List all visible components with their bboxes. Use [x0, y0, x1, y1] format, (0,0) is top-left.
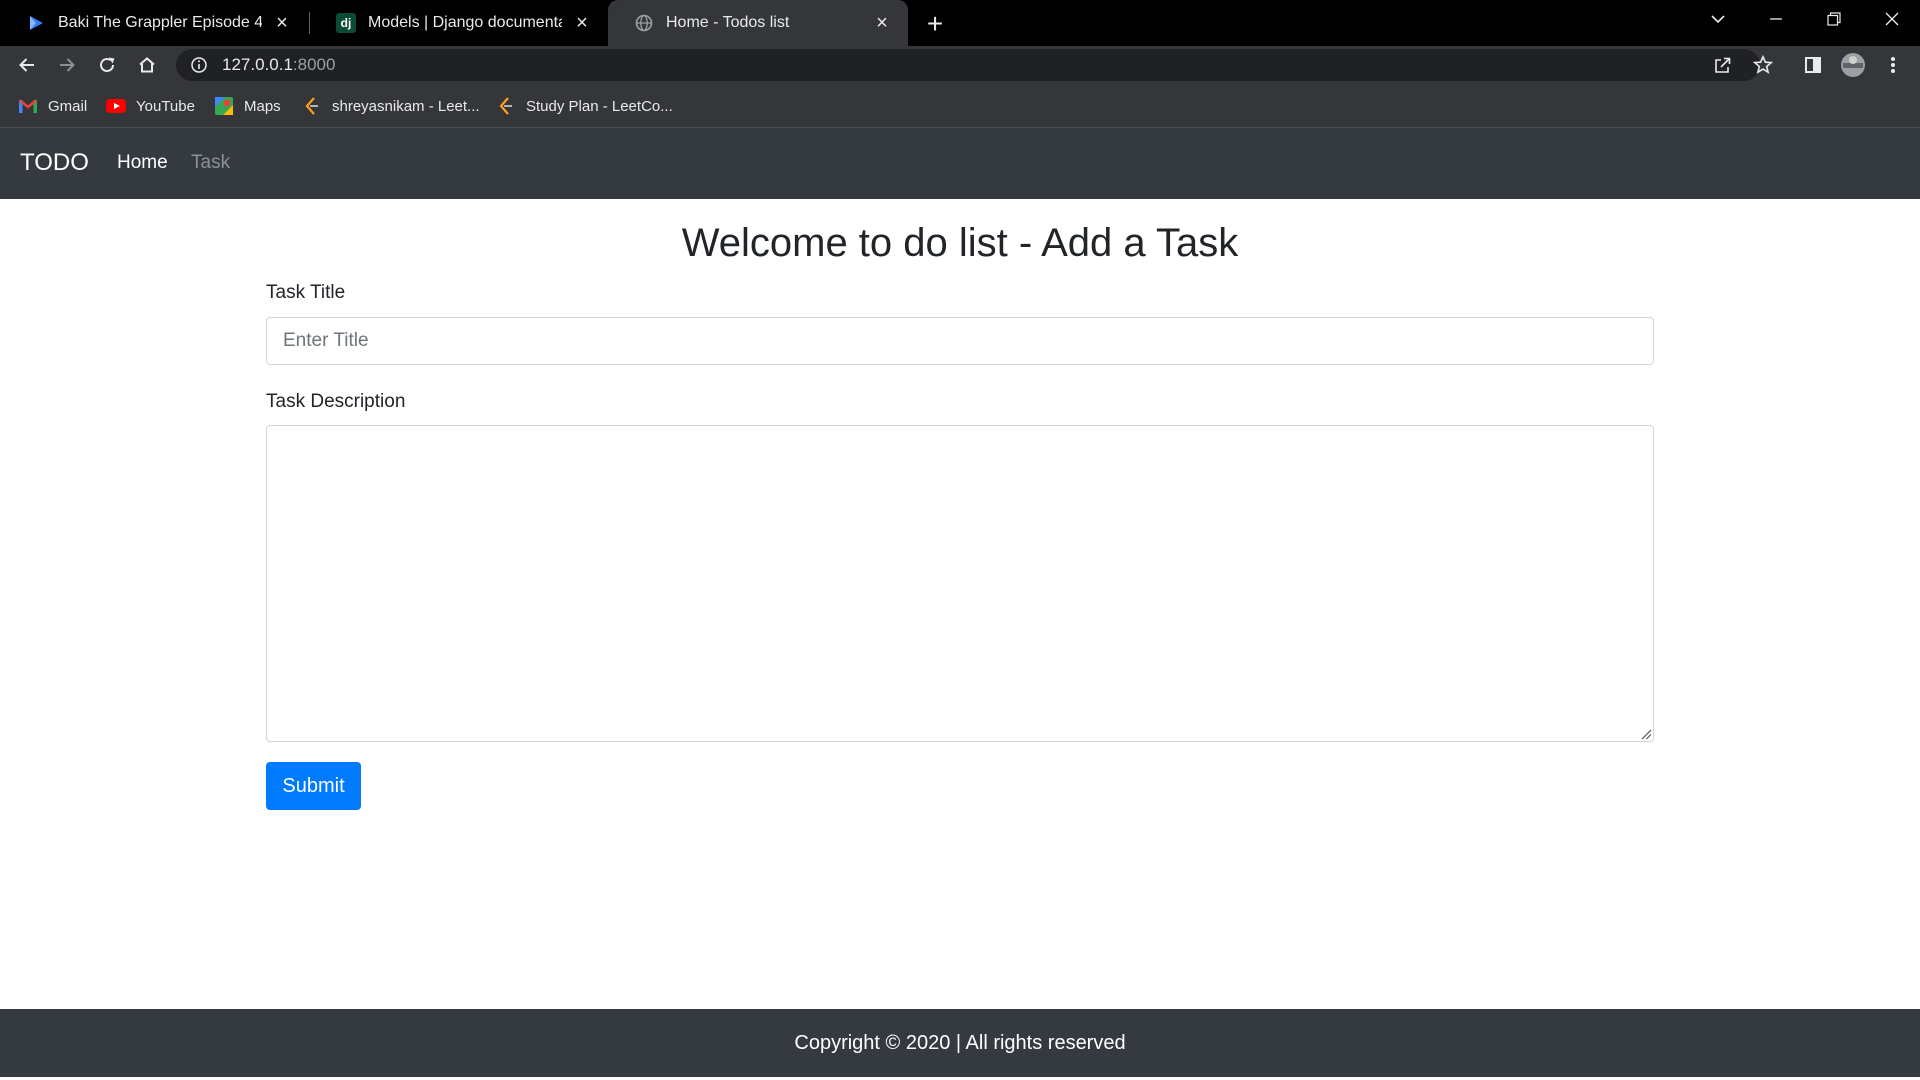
page-title: Welcome to do list - Add a Task: [681, 221, 1239, 265]
browser-toolbar: 127.0.0.1:8000: [0, 46, 1920, 84]
tab-todos[interactable]: Home - Todos list ×: [608, 0, 908, 46]
share-icon[interactable]: [1708, 50, 1738, 80]
nav-link-home[interactable]: Home: [117, 152, 168, 174]
django-icon: dj: [336, 13, 356, 33]
url-text: 127.0.0.1:8000: [222, 55, 335, 75]
task-description-textarea[interactable]: [266, 425, 1654, 742]
leetcode-icon: [496, 96, 516, 116]
globe-icon: [634, 13, 654, 33]
footer-copyright: Copyright © 2020 | All rights reserved: [794, 1031, 1126, 1054]
minimize-icon[interactable]: [1748, 0, 1804, 38]
bookmark-maps[interactable]: Maps: [214, 92, 281, 120]
tab-title: Home - Todos list: [666, 14, 790, 31]
tab-title: Baki The Grappler Episode 48 - Anime: [58, 14, 262, 31]
close-icon[interactable]: ×: [570, 11, 594, 35]
reload-icon[interactable]: [92, 50, 122, 80]
bookmark-youtube[interactable]: YouTube: [106, 92, 195, 120]
bookmark-shreyasnikam[interactable]: shreyasnikam - Leet...: [302, 92, 480, 120]
bookmark-label: Gmail: [48, 97, 88, 115]
tab-title: Models | Django documentation | Django: [368, 14, 562, 31]
bookmark-label: Study Plan - LeetCo...: [526, 97, 673, 115]
url-port: :8000: [292, 55, 336, 74]
info-icon[interactable]: [190, 56, 208, 74]
address-bar[interactable]: 127.0.0.1:8000: [176, 49, 1760, 81]
site-navbar: TODO Home Task: [0, 128, 1920, 199]
nav-link-task[interactable]: Task: [191, 152, 230, 174]
task-title-input[interactable]: [266, 317, 1654, 365]
maps-icon: [214, 96, 234, 116]
resize-handle-icon[interactable]: [1638, 726, 1652, 740]
bookmark-label: YouTube: [136, 97, 195, 115]
bookmarks-bar: Gmail YouTube Maps shreyasnikam - Leet..…: [0, 84, 1920, 128]
restore-icon[interactable]: [1806, 0, 1862, 38]
site-footer: Copyright © 2020 | All rights reserved: [0, 1009, 1920, 1077]
tab-search-icon[interactable]: [1690, 0, 1746, 38]
kebab-menu-icon[interactable]: [1878, 50, 1908, 80]
page-content: TODO Home Task Welcome to do list - Add …: [0, 128, 1920, 1080]
bookmark-star-icon[interactable]: [1748, 50, 1778, 80]
bookmark-label: Maps: [244, 97, 281, 115]
back-icon[interactable]: [12, 50, 42, 80]
bookmark-study-plan[interactable]: Study Plan - LeetCo...: [496, 92, 673, 120]
gmail-icon: [18, 96, 38, 116]
leetcode-icon: [302, 96, 322, 116]
youtube-icon: [106, 96, 126, 116]
task-title-label: Task Title: [266, 282, 346, 303]
new-tab-icon[interactable]: +: [920, 8, 950, 39]
url-host: 127.0.0.1: [222, 55, 293, 74]
tab-strip: Baki The Grappler Episode 48 - Anime × d…: [0, 0, 1920, 46]
bookmark-gmail[interactable]: Gmail: [18, 92, 87, 120]
play-triangle-icon: [26, 13, 46, 33]
tab-django[interactable]: dj Models | Django documentation | Djang…: [310, 0, 608, 46]
close-icon[interactable]: ×: [870, 11, 894, 35]
bookmark-label: shreyasnikam - Leet...: [332, 97, 480, 115]
avatar[interactable]: [1838, 50, 1868, 80]
home-icon[interactable]: [132, 50, 162, 80]
tab-baki[interactable]: Baki The Grappler Episode 48 - Anime ×: [0, 0, 308, 46]
navbar-brand[interactable]: TODO: [20, 149, 89, 177]
submit-button[interactable]: Submit: [266, 762, 361, 810]
task-description-label: Task Description: [266, 391, 406, 412]
close-window-icon[interactable]: [1864, 0, 1920, 38]
side-panel-icon[interactable]: [1798, 50, 1828, 80]
forward-icon[interactable]: [52, 50, 82, 80]
close-icon[interactable]: ×: [270, 11, 294, 35]
